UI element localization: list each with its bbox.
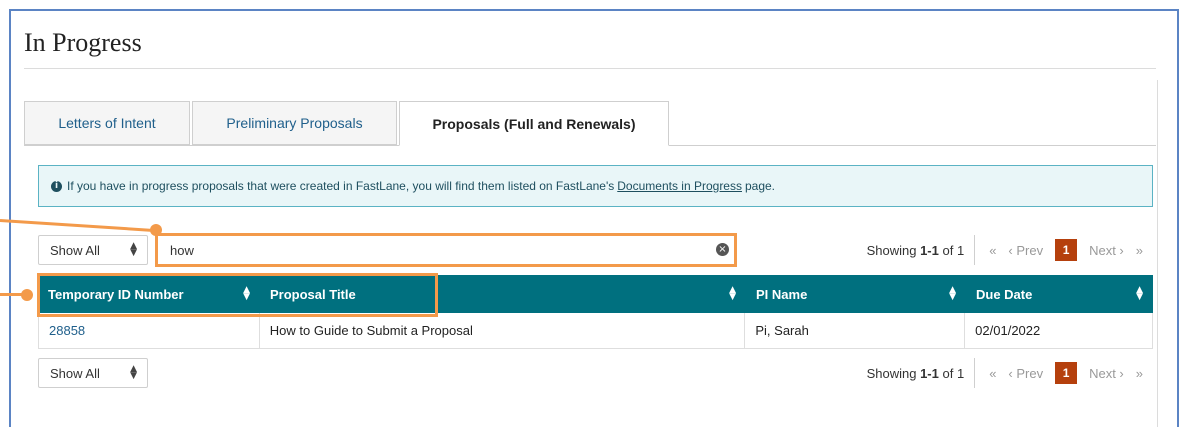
- sort-icon: ▲ ▼: [949, 285, 956, 302]
- cell-temporary-id: 28858: [39, 313, 260, 348]
- sort-arrows-icon: ▲ ▼: [130, 364, 137, 381]
- callout-dot-header: [21, 289, 33, 301]
- sort-icon: ▲ ▼: [1136, 285, 1143, 302]
- column-header-pi-name[interactable]: PI Name ▲ ▼: [746, 275, 966, 313]
- cell-proposal-title: How to Guide to Submit a Proposal: [260, 313, 746, 348]
- proposal-id-link[interactable]: 28858: [49, 323, 85, 338]
- showing-count: Showing 1-1 of 1: [866, 365, 965, 381]
- tab-proposals-full-and-renewals[interactable]: Proposals (Full and Renewals): [399, 101, 669, 146]
- last-page-button[interactable]: »: [1136, 366, 1143, 381]
- page-title: In Progress: [24, 28, 142, 57]
- table-row: 28858 How to Guide to Submit a Proposal …: [38, 313, 1153, 349]
- last-page-button[interactable]: »: [1136, 243, 1143, 258]
- info-alert: i If you have in progress proposals that…: [38, 165, 1153, 207]
- prev-page-button[interactable]: ‹ Prev: [1008, 243, 1043, 258]
- show-all-select[interactable]: Show All ▲ ▼: [38, 235, 148, 265]
- column-header-due-date[interactable]: Due Date ▲ ▼: [966, 275, 1153, 313]
- pagination-bottom: Showing 1-1 of 1 « ‹ Prev 1 Next › »: [867, 358, 1143, 388]
- first-page-button[interactable]: «: [989, 243, 996, 258]
- alert-text-end: page.: [744, 179, 776, 193]
- pager-divider: [974, 235, 976, 265]
- cell-due-date: 02/01/2022: [975, 323, 1041, 338]
- panel-divider: [1157, 80, 1158, 427]
- pager-divider: [974, 358, 976, 388]
- title-divider: [24, 68, 1156, 69]
- sort-icon: ▲ ▼: [729, 285, 736, 302]
- search-highlight-box: [155, 233, 737, 267]
- show-all-value: Show All: [50, 242, 100, 258]
- next-page-button[interactable]: Next ›: [1089, 366, 1124, 381]
- current-page-button[interactable]: 1: [1055, 362, 1078, 384]
- prev-page-button[interactable]: ‹ Prev: [1008, 366, 1043, 381]
- callout-dot-search: [150, 224, 162, 236]
- tab-letters-of-intent[interactable]: Letters of Intent: [24, 101, 190, 145]
- first-page-button[interactable]: «: [989, 366, 996, 381]
- current-page-button[interactable]: 1: [1055, 239, 1078, 261]
- sort-arrows-icon: ▲ ▼: [130, 241, 137, 258]
- documents-in-progress-link[interactable]: Documents in Progress: [617, 179, 742, 193]
- show-all-select-bottom[interactable]: Show All ▲ ▼: [38, 358, 148, 388]
- alert-text: If you have in progress proposals that w…: [67, 179, 615, 193]
- tab-preliminary-proposals[interactable]: Preliminary Proposals: [192, 101, 397, 145]
- header-highlight-box: [37, 273, 438, 317]
- next-page-button[interactable]: Next ›: [1089, 243, 1124, 258]
- info-icon: i: [51, 180, 62, 192]
- pagination-top: Showing 1-1 of 1 « ‹ Prev 1 Next › »: [867, 235, 1143, 265]
- cell-pi-name: Pi, Sarah: [745, 313, 966, 348]
- show-all-value: Show All: [50, 365, 100, 381]
- showing-count: Showing 1-1 of 1: [866, 242, 965, 258]
